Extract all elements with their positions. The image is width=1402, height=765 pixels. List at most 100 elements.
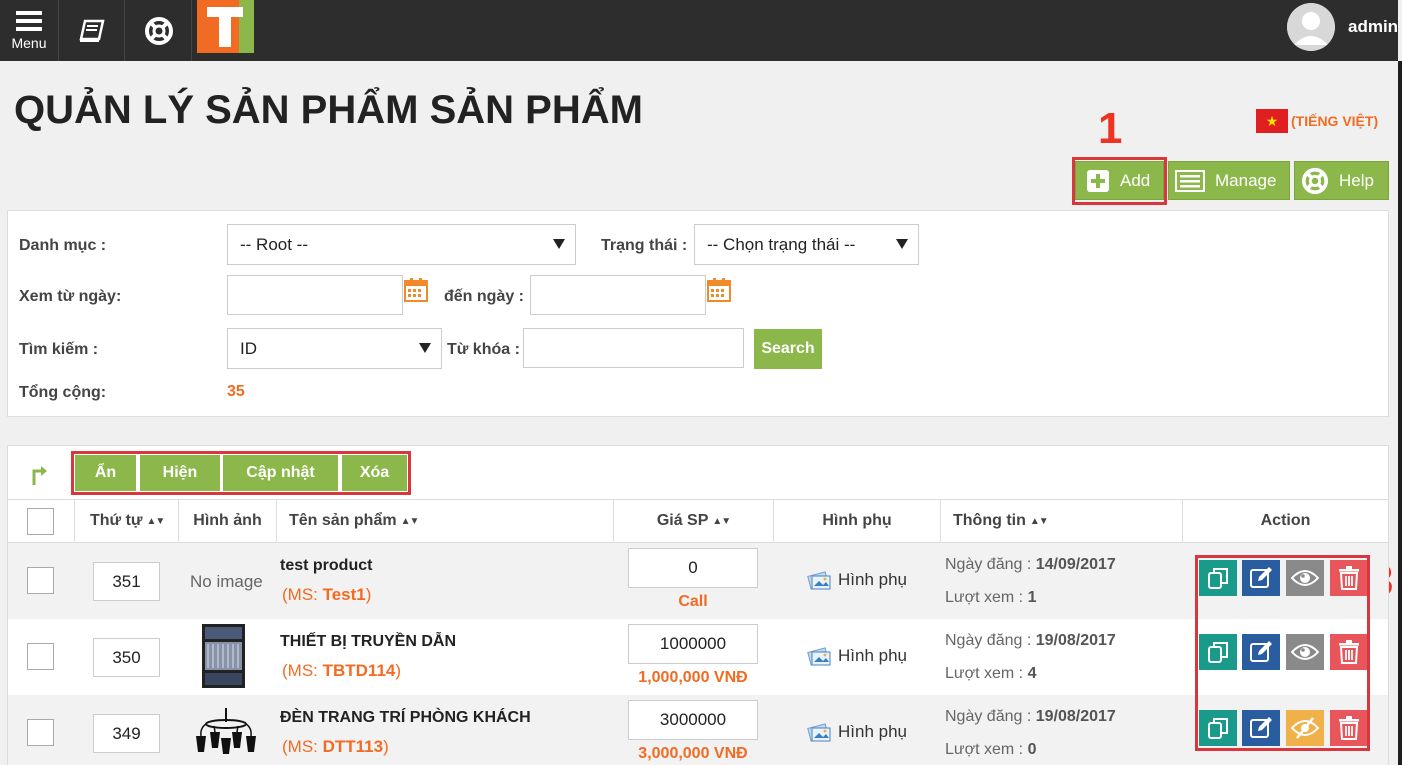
list-icon xyxy=(1175,169,1205,192)
order-input[interactable]: 350 xyxy=(93,638,160,677)
price-text: Call xyxy=(678,593,708,610)
corner-arrow-icon xyxy=(32,466,47,485)
column-image: Hình ảnh xyxy=(178,499,276,543)
book-icon xyxy=(79,19,105,42)
code-value: TBTD114 xyxy=(322,661,396,680)
post-date: Ngày đăng : 19/08/2017 xyxy=(945,708,1116,726)
date-label: Ngày đăng : xyxy=(945,632,1036,649)
extra-images-link[interactable]: Hình phụ xyxy=(806,721,907,743)
user-name[interactable]: admin xyxy=(1348,17,1398,37)
price-input[interactable]: 1000000 xyxy=(628,624,758,664)
views-value: 4 xyxy=(1027,665,1037,682)
keyword-label: Từ khóa : xyxy=(447,341,520,358)
highlight-actions xyxy=(1195,555,1370,751)
row-checkbox[interactable] xyxy=(27,719,54,746)
docs-button[interactable] xyxy=(60,0,125,61)
language-switch[interactable]: ★ (TIẾNG VIỆT) xyxy=(1256,109,1378,133)
lifebuoy-icon xyxy=(144,16,173,45)
logo[interactable] xyxy=(197,0,254,53)
price-input[interactable]: 0 xyxy=(628,548,758,588)
search-label: Tìm kiếm : xyxy=(19,341,99,358)
select-all-checkbox[interactable] xyxy=(27,508,54,535)
manage-button[interactable]: Manage xyxy=(1168,161,1290,200)
total-value: 35 xyxy=(227,383,245,400)
column-price-label: Giá SP xyxy=(656,512,709,529)
order-input[interactable]: 351 xyxy=(93,562,160,601)
code-prefix: (MS: xyxy=(282,661,323,680)
category-select[interactable]: -- Root -- xyxy=(227,224,576,265)
price-input[interactable]: 3000000 xyxy=(628,700,758,740)
product-name[interactable]: THIẾT BỊ TRUYỀN DẪN xyxy=(280,633,456,651)
product-thumbnail[interactable] xyxy=(192,708,260,756)
views-label: Lượt xem : xyxy=(945,741,1028,758)
column-order-label: Thứ tự xyxy=(90,512,143,529)
view-count: Lượt xem : 0 xyxy=(945,741,1036,759)
column-price[interactable]: Giá SP ▲▼ xyxy=(613,499,773,543)
menu-label: Menu xyxy=(11,35,47,51)
help-label: Help xyxy=(1339,170,1374,190)
code-value: Test1 xyxy=(322,585,366,604)
avatar[interactable] xyxy=(1287,3,1335,51)
row-checkbox[interactable] xyxy=(27,567,54,594)
column-order[interactable]: Thứ tự ▲▼ xyxy=(74,499,178,543)
order-input[interactable]: 349 xyxy=(93,714,160,753)
views-value: 1 xyxy=(1027,589,1037,606)
search-button[interactable]: Search xyxy=(754,329,822,369)
support-button[interactable] xyxy=(126,0,192,61)
code-value: DTT113 xyxy=(322,737,384,756)
chevron-down-icon xyxy=(553,239,565,249)
price-text: 1,000,000 VNĐ xyxy=(638,669,748,686)
to-date-input[interactable] xyxy=(530,275,706,315)
column-info[interactable]: Thông tin ▲▼ xyxy=(940,499,1182,543)
from-date-input[interactable] xyxy=(227,275,403,315)
page-title: QUẢN LÝ SẢN PHẨM SẢN PHẨM xyxy=(14,88,643,132)
images-icon xyxy=(807,571,831,590)
code-suffix: ) xyxy=(365,585,372,604)
code-prefix: (MS: xyxy=(282,585,323,604)
top-bar: Menu admin xyxy=(0,0,1398,61)
calendar-icon[interactable] xyxy=(707,278,731,302)
extra-images-label: Hình phụ xyxy=(838,722,907,741)
date-value: 19/08/2017 xyxy=(1035,708,1116,725)
code-suffix: ) xyxy=(383,737,389,756)
lifebuoy-icon xyxy=(1301,167,1329,195)
manage-label: Manage xyxy=(1215,170,1277,190)
no-image-text: No image xyxy=(190,572,263,591)
view-count: Lượt xem : 4 xyxy=(945,665,1036,683)
product-name[interactable]: test product xyxy=(280,557,372,575)
post-date: Ngày đăng : 14/09/2017 xyxy=(945,556,1116,574)
post-date: Ngày đăng : 19/08/2017 xyxy=(945,632,1116,650)
views-value: 0 xyxy=(1027,741,1037,758)
logo-mark xyxy=(197,0,254,53)
user-icon xyxy=(1287,3,1335,51)
calendar-icon[interactable] xyxy=(404,278,428,302)
extra-images-link[interactable]: Hình phụ xyxy=(806,569,907,591)
sort-icon: ▲▼ xyxy=(712,515,731,527)
status-label: Trạng thái : xyxy=(601,237,688,254)
status-value: -- Chọn trạng thái -- xyxy=(707,234,856,254)
scrollbar[interactable] xyxy=(1398,61,1402,765)
extra-images-link[interactable]: Hình phụ xyxy=(806,645,907,667)
product-name[interactable]: ĐÈN TRANG TRÍ PHÒNG KHÁCH xyxy=(280,709,531,727)
status-select[interactable]: -- Chọn trạng thái -- xyxy=(694,224,919,265)
extra-images-label: Hình phụ xyxy=(838,570,907,589)
date-value: 14/09/2017 xyxy=(1035,556,1116,573)
view-count: Lượt xem : 1 xyxy=(945,589,1036,607)
to-date-label: đến ngày : xyxy=(444,288,525,305)
chevron-down-icon xyxy=(896,239,908,249)
category-label: Danh mục : xyxy=(19,237,107,254)
hamburger-icon xyxy=(16,11,42,31)
sort-icon: ▲▼ xyxy=(1029,515,1049,527)
search-field-value: ID xyxy=(240,338,257,358)
product-thumbnail[interactable] xyxy=(200,622,247,690)
search-field-select[interactable]: ID xyxy=(227,328,442,369)
from-date-label: Xem từ ngày: xyxy=(19,288,122,305)
column-name[interactable]: Tên sản phẩm ▲▼ xyxy=(276,499,613,543)
menu-button[interactable]: Menu xyxy=(0,0,59,61)
column-action: Action xyxy=(1182,499,1388,543)
help-button[interactable]: Help xyxy=(1294,161,1389,200)
product-code: (MS: TBTD114) xyxy=(282,661,401,681)
row-checkbox[interactable] xyxy=(27,643,54,670)
keyword-input[interactable] xyxy=(523,328,744,368)
category-value: -- Root -- xyxy=(240,234,308,254)
